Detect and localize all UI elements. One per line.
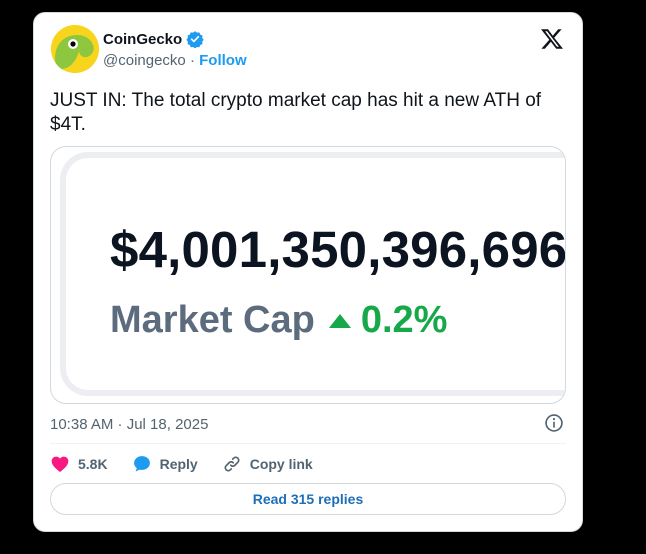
- follow-button[interactable]: Follow: [199, 52, 247, 69]
- like-count: 5.8K: [78, 456, 108, 472]
- read-replies-label: Read 315 replies: [252, 491, 364, 507]
- market-cap-label: Market Cap: [110, 299, 315, 341]
- read-replies-button[interactable]: Read 315 replies: [50, 483, 566, 515]
- author-name[interactable]: CoinGecko: [103, 31, 182, 48]
- divider: [50, 443, 566, 444]
- x-logo-icon[interactable]: [540, 27, 564, 51]
- reply-bubble-icon: [133, 456, 150, 472]
- handle-separator: ·: [189, 52, 195, 69]
- author-avatar[interactable]: [51, 25, 99, 73]
- author-handle[interactable]: @coingecko: [103, 52, 186, 69]
- triangle-up-icon: [328, 313, 351, 328]
- market-cap-card: $4,001,350,396,696 Market Cap 0.2%: [60, 152, 566, 396]
- tweet-text: JUST IN: The total crypto market cap has…: [50, 90, 542, 135]
- tweet-card: CoinGecko @coingecko · Follow JUST IN: T…: [33, 12, 583, 532]
- copy-link-label: Copy link: [249, 456, 313, 472]
- like-button[interactable]: 5.8K: [50, 454, 108, 474]
- info-icon[interactable]: [544, 413, 564, 433]
- heart-icon: [51, 456, 69, 472]
- reply-label: Reply: [159, 456, 198, 472]
- verified-badge-icon: [186, 31, 204, 48]
- reply-button[interactable]: Reply: [132, 454, 198, 474]
- market-cap-value: $4,001,350,396,696: [110, 221, 566, 278]
- coingecko-logo: [51, 25, 99, 73]
- copy-link-button[interactable]: Copy link: [222, 454, 313, 474]
- link-icon: [224, 456, 240, 472]
- tweet-media[interactable]: $4,001,350,396,696 Market Cap 0.2%: [50, 146, 566, 404]
- tweet-timestamp[interactable]: 10:38 AM · Jul 18, 2025: [50, 416, 208, 433]
- market-cap-change: 0.2%: [360, 299, 448, 341]
